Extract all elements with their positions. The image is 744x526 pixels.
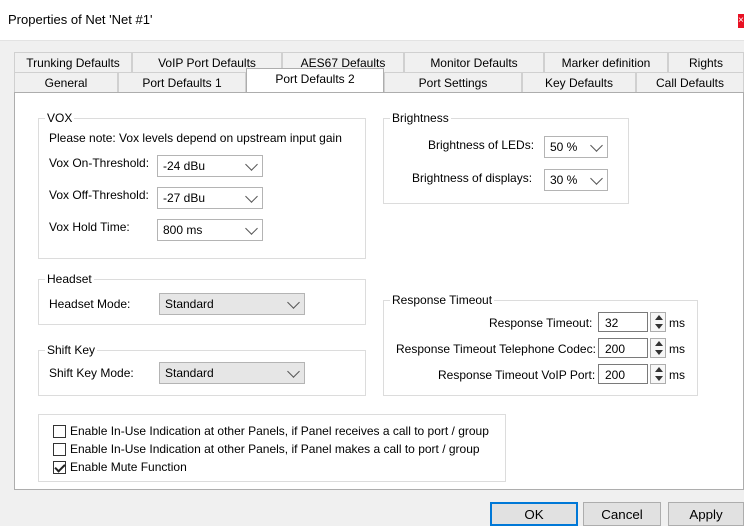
shift-key-group-label: Shift Key — [45, 343, 98, 357]
in-use-receives-label[interactable]: Enable In-Use Indication at other Panels… — [70, 424, 489, 438]
chevron-down-icon — [245, 190, 258, 203]
response-timeout-voip-unit: ms — [669, 368, 685, 382]
chevron-down-icon — [287, 296, 300, 309]
arrow-up-icon — [655, 367, 663, 372]
headset-mode-value: Standard — [165, 297, 214, 311]
response-timeout-voip-label: Response Timeout VoIP Port: — [438, 368, 596, 382]
tab-general[interactable]: General — [14, 72, 118, 92]
chevron-down-icon — [590, 172, 603, 185]
response-timeout-group-label: Response Timeout — [390, 293, 495, 307]
headset-mode-select[interactable]: Standard — [159, 293, 305, 315]
response-timeout-unit: ms — [669, 316, 685, 330]
brightness-displays-value: 30 % — [550, 173, 578, 187]
response-timeout-group: Response Timeout Response Timeout: 32 ms… — [383, 293, 698, 396]
brightness-displays-label: Brightness of displays: — [412, 171, 533, 185]
response-timeout-label: Response Timeout: — [489, 316, 593, 330]
arrow-up-icon — [655, 315, 663, 320]
response-timeout-voip-value: 200 — [605, 368, 626, 382]
vox-on-threshold-select[interactable]: -24 dBu — [157, 155, 263, 177]
ok-button[interactable]: OK — [490, 502, 578, 526]
response-timeout-voip-input[interactable]: 200 — [598, 364, 648, 384]
vox-hold-time-label: Vox Hold Time: — [49, 220, 130, 234]
options-group: Enable In-Use Indication at other Panels… — [38, 414, 506, 482]
vox-on-threshold-value: -24 dBu — [163, 159, 206, 173]
tab-monitor-defaults[interactable]: Monitor Defaults — [404, 52, 544, 72]
vox-on-threshold-label: Vox On-Threshold: — [49, 156, 150, 170]
response-timeout-telephone-input[interactable]: 200 — [598, 338, 648, 358]
in-use-receives-checkbox[interactable] — [53, 425, 66, 438]
brightness-displays-select[interactable]: 30 % — [544, 169, 608, 191]
vox-note: Please note: Vox levels depend on upstre… — [49, 131, 342, 145]
chevron-down-icon — [590, 139, 603, 152]
brightness-group: Brightness Brightness of LEDs: 50 % Brig… — [383, 111, 629, 204]
tab-panel: VOX Please note: Vox levels depend on up… — [14, 92, 744, 490]
response-timeout-spinner[interactable] — [650, 312, 666, 332]
brightness-group-label: Brightness — [390, 111, 451, 125]
tab-rights[interactable]: Rights — [668, 52, 744, 72]
vox-hold-time-value: 800 ms — [163, 223, 203, 237]
response-timeout-telephone-unit: ms — [669, 342, 685, 356]
vox-off-threshold-select[interactable]: -27 dBu — [157, 187, 263, 209]
chevron-down-icon — [245, 222, 258, 235]
vox-off-threshold-label: Vox Off-Threshold: — [49, 188, 149, 202]
headset-group-label: Headset — [45, 272, 94, 286]
response-timeout-telephone-label: Response Timeout Telephone Codec: — [396, 342, 596, 356]
shift-key-group: Shift Key Shift Key Mode: Standard — [38, 343, 366, 396]
arrow-up-icon — [655, 341, 663, 346]
window-title: Properties of Net 'Net #1' — [8, 12, 153, 27]
shift-key-mode-label: Shift Key Mode: — [49, 366, 134, 380]
response-timeout-telephone-spinner[interactable] — [650, 338, 666, 358]
apply-button[interactable]: Apply — [668, 502, 744, 526]
vox-hold-time-select[interactable]: 800 ms — [157, 219, 263, 241]
in-use-makes-checkbox[interactable] — [53, 443, 66, 456]
shift-key-mode-select[interactable]: Standard — [159, 362, 305, 384]
arrow-down-icon — [655, 350, 663, 355]
arrow-down-icon — [655, 376, 663, 381]
vox-group-label: VOX — [45, 111, 75, 125]
tab-trunking-defaults[interactable]: Trunking Defaults — [14, 52, 132, 72]
in-use-makes-label[interactable]: Enable In-Use Indication at other Panels… — [70, 442, 480, 456]
tab-marker-definition[interactable]: Marker definition — [544, 52, 668, 72]
mute-function-checkbox[interactable] — [53, 461, 66, 474]
chevron-down-icon — [245, 158, 258, 171]
response-timeout-telephone-value: 200 — [605, 342, 626, 356]
response-timeout-value: 32 — [605, 316, 619, 330]
brightness-leds-value: 50 % — [550, 140, 578, 154]
tab-port-settings[interactable]: Port Settings — [384, 72, 522, 92]
brightness-leds-select[interactable]: 50 % — [544, 136, 608, 158]
vox-group: VOX Please note: Vox levels depend on up… — [38, 111, 366, 259]
brightness-leds-label: Brightness of LEDs: — [428, 138, 535, 152]
tab-call-defaults[interactable]: Call Defaults — [636, 72, 744, 92]
close-button[interactable]: × — [738, 14, 744, 28]
tab-key-defaults[interactable]: Key Defaults — [522, 72, 636, 92]
arrow-down-icon — [655, 324, 663, 329]
cancel-button[interactable]: Cancel — [583, 502, 661, 526]
shift-key-mode-value: Standard — [165, 366, 214, 380]
title-bar: Properties of Net 'Net #1' × — [0, 0, 744, 41]
mute-function-label[interactable]: Enable Mute Function — [70, 460, 187, 474]
chevron-down-icon — [287, 365, 300, 378]
headset-group: Headset Headset Mode: Standard — [38, 272, 366, 325]
response-timeout-input[interactable]: 32 — [598, 312, 648, 332]
tab-port-defaults-1[interactable]: Port Defaults 1 — [118, 72, 246, 92]
vox-off-threshold-value: -27 dBu — [163, 191, 206, 205]
response-timeout-voip-spinner[interactable] — [650, 364, 666, 384]
headset-mode-label: Headset Mode: — [49, 297, 131, 311]
tab-port-defaults-2[interactable]: Port Defaults 2 — [246, 68, 384, 92]
